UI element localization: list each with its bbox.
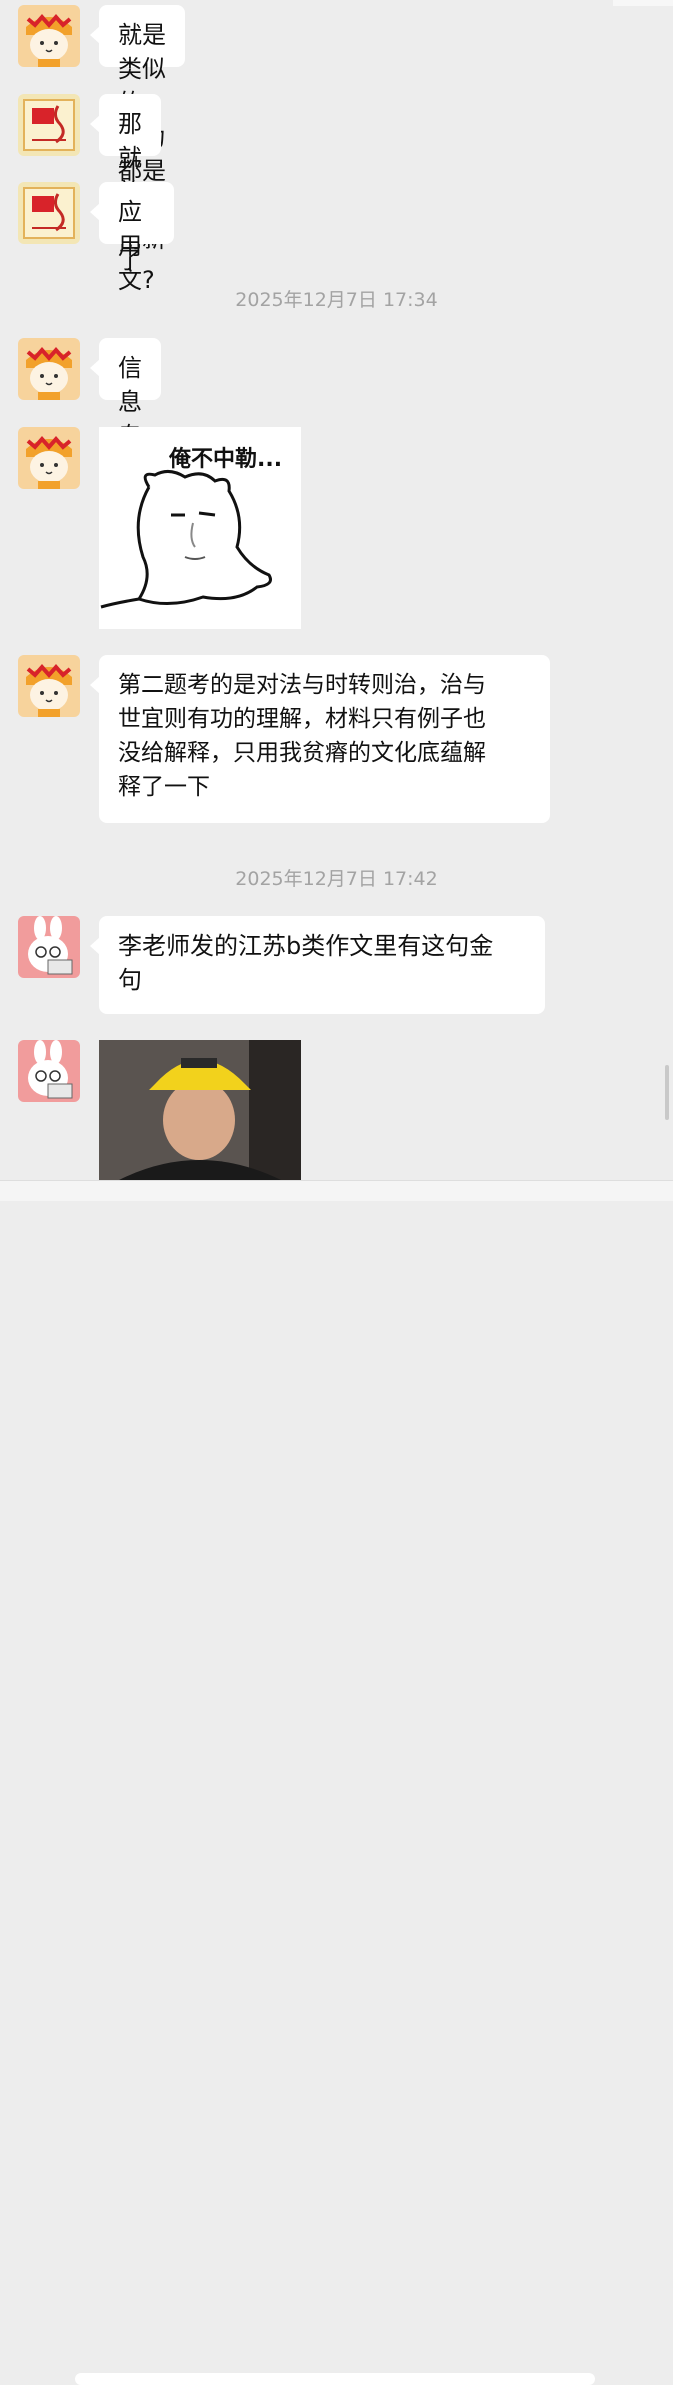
cat-girl-avatar[interactable] <box>18 427 80 489</box>
message-bubble[interactable]: 信息专报 <box>90 338 161 484</box>
timestamp: 2025年12月7日 17:42 <box>235 868 438 890</box>
bottom-input-bar <box>0 1180 673 2385</box>
bunny-avatar[interactable] <box>18 916 80 978</box>
cat-girl-avatar[interactable] <box>18 338 80 400</box>
flag-avatar[interactable] <box>18 182 80 244</box>
cat-girl-avatar[interactable] <box>18 5 80 67</box>
message-bubble[interactable]: 第二题考的是对法与时转则治，治与 世宜则有功的理解，材料只有例子也 没给解释，只… <box>90 655 550 823</box>
scrollbar[interactable] <box>665 1065 669 1120</box>
bunny-avatar[interactable] <box>18 1040 80 1102</box>
cat-girl-avatar[interactable] <box>18 655 80 717</box>
video-thumbnail[interactable] <box>99 1040 301 1180</box>
meme-sticker[interactable]: 俺不中勒... <box>99 427 301 629</box>
message-bubble[interactable]: 那就放心了 <box>90 94 161 274</box>
timestamp: 2025年12月7日 17:34 <box>235 289 438 311</box>
message-bubble[interactable]: 应用文? <box>90 182 174 294</box>
top-edge <box>613 0 673 6</box>
message-bubble[interactable]: 李老师发的江苏b类作文里有这句金 句 <box>90 916 545 1014</box>
message-bubble[interactable]: 就是类似的，因为都是写的创新 <box>90 5 185 253</box>
sticker-caption: 俺不中勒... <box>169 447 283 472</box>
message-input[interactable] <box>75 2373 595 2385</box>
flag-avatar[interactable] <box>18 94 80 156</box>
